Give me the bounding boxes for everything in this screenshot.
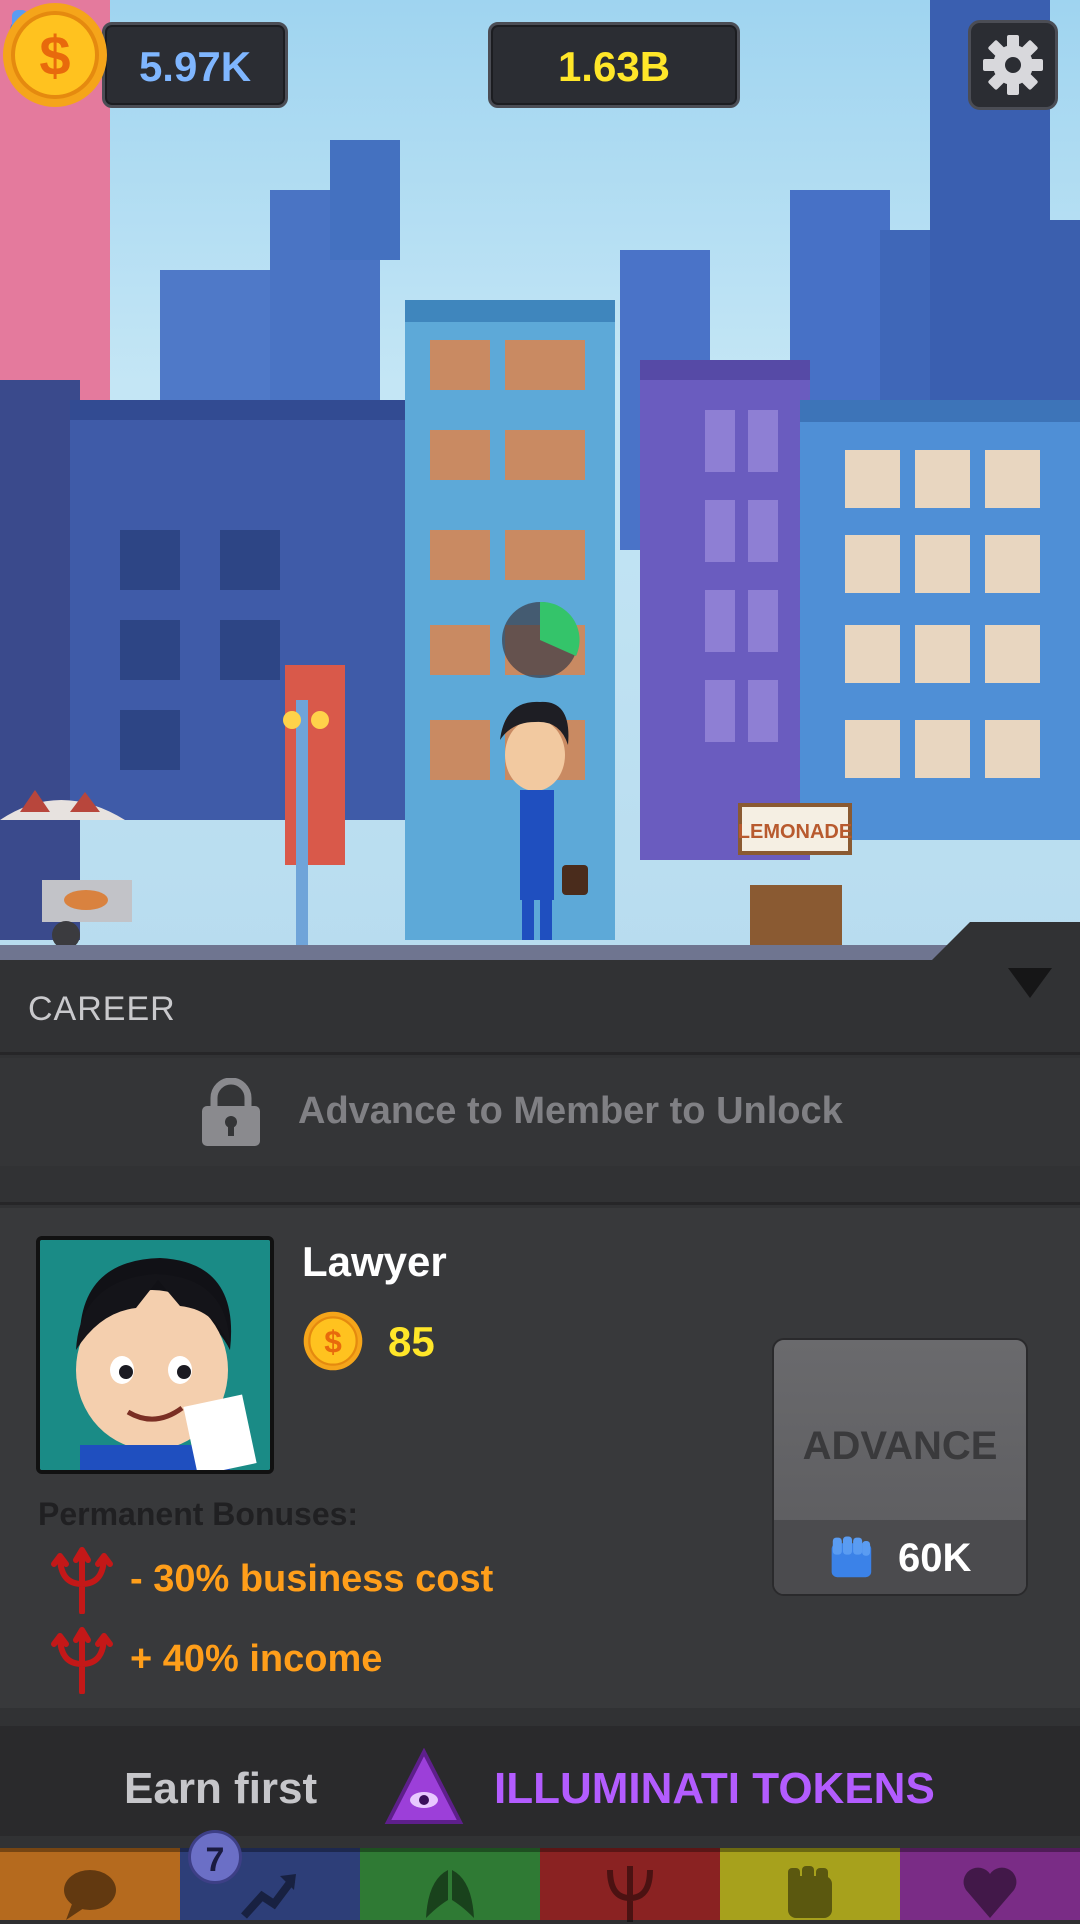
coin-icon: $: [3, 3, 107, 107]
promo-earn-text: Earn first: [124, 1764, 318, 1813]
coin-icon: $: [303, 1311, 363, 1371]
collapse-arrow-icon[interactable]: [1008, 968, 1052, 998]
advance-button[interactable]: ADVANCE 60K: [772, 1338, 1028, 1596]
divider: [0, 1052, 1080, 1055]
promo-tokens-text: ILLUMINATI TOKENS: [494, 1764, 935, 1813]
trident-icon: [607, 1866, 653, 1922]
career-panel: CAREER Advance to Member to Unlock Lawye…: [0, 922, 1080, 1920]
lemonade-sign: LEMONADE: [738, 821, 852, 843]
tab-devil[interactable]: [540, 1848, 720, 1922]
cash-counter: 1.63B: [488, 22, 740, 108]
tab-power[interactable]: [720, 1848, 900, 1920]
bonus-title: Permanent Bonuses:: [38, 1496, 359, 1532]
gear-icon: [983, 35, 1043, 95]
settings-button[interactable]: [968, 20, 1058, 110]
city-scene: LEMONADE 5.97K 1.63B $: [0, 0, 1080, 960]
trident-icon: [51, 1627, 113, 1694]
wings-icon: [426, 1870, 474, 1918]
heart-icon: [963, 1867, 1017, 1918]
illuminati-promo: Earn first ILLUMINATI TOKENS: [0, 1726, 1080, 1836]
career-cost: 85: [388, 1318, 435, 1365]
fist-icon: [788, 1866, 832, 1918]
city-illustration: LEMONADE: [0, 0, 1080, 960]
locked-message: Advance to Member to Unlock: [298, 1090, 843, 1132]
trend-arrow-icon: [241, 1874, 296, 1919]
illuminati-eye-icon: [384, 1748, 464, 1824]
speech-bubble-icon: [64, 1870, 116, 1920]
bottom-tab-bar: [0, 1848, 1080, 1922]
divider: [0, 1202, 1080, 1205]
tab-angel[interactable]: [360, 1848, 540, 1920]
svg-text:$: $: [324, 1323, 342, 1359]
cash-value: 1.63B: [557, 43, 671, 90]
advance-cost-bar: 60K: [774, 1520, 1026, 1594]
bonus-text: + 40% income: [130, 1638, 383, 1680]
tab-love[interactable]: [900, 1848, 1080, 1920]
lock-icon: [202, 1078, 260, 1146]
power-counter: 5.97K: [102, 22, 288, 108]
career-tab-badge: 7: [188, 1830, 242, 1884]
lawyer-portrait: [36, 1236, 274, 1474]
tab-chat[interactable]: [0, 1848, 180, 1920]
advance-label: ADVANCE: [802, 1424, 998, 1468]
advance-cost: 60K: [898, 1536, 972, 1580]
career-header: CAREER: [28, 990, 176, 1028]
trident-icon: [51, 1547, 113, 1614]
fist-icon: [831, 1536, 872, 1578]
svg-text:$: $: [39, 24, 70, 87]
career-title: Lawyer: [302, 1238, 447, 1285]
power-value: 5.97K: [138, 43, 252, 90]
bonus-text: - 30% business cost: [130, 1558, 494, 1600]
